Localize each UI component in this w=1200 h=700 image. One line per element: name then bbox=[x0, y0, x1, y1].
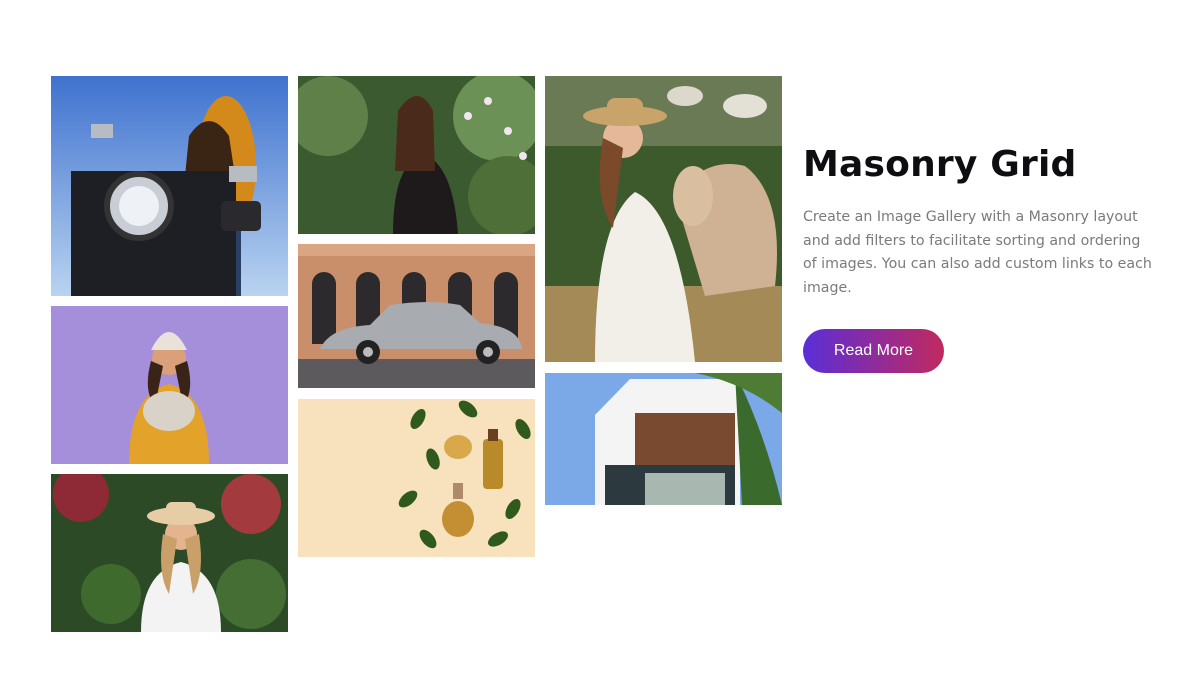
gallery-image-woman-flowers[interactable] bbox=[298, 76, 535, 234]
gallery-image-vintage-car[interactable] bbox=[298, 244, 535, 388]
info-panel: Masonry Grid Create an Image Gallery wit… bbox=[803, 140, 1153, 373]
masonry-gallery bbox=[0, 0, 800, 700]
section-title: Masonry Grid bbox=[803, 144, 1077, 185]
gallery-image-modern-house[interactable] bbox=[545, 373, 782, 505]
gallery-image-woman-hat[interactable] bbox=[51, 474, 288, 632]
read-more-button[interactable]: Read More bbox=[803, 328, 944, 373]
gallery-image-woman-goat[interactable] bbox=[545, 76, 782, 362]
gallery-image-motorcycle[interactable] bbox=[51, 76, 288, 296]
gallery-image-woman-dog[interactable] bbox=[51, 306, 288, 464]
gallery-image-oil-bottles[interactable] bbox=[298, 399, 535, 557]
section-description: Create an Image Gallery with a Masonry l… bbox=[803, 209, 1152, 297]
